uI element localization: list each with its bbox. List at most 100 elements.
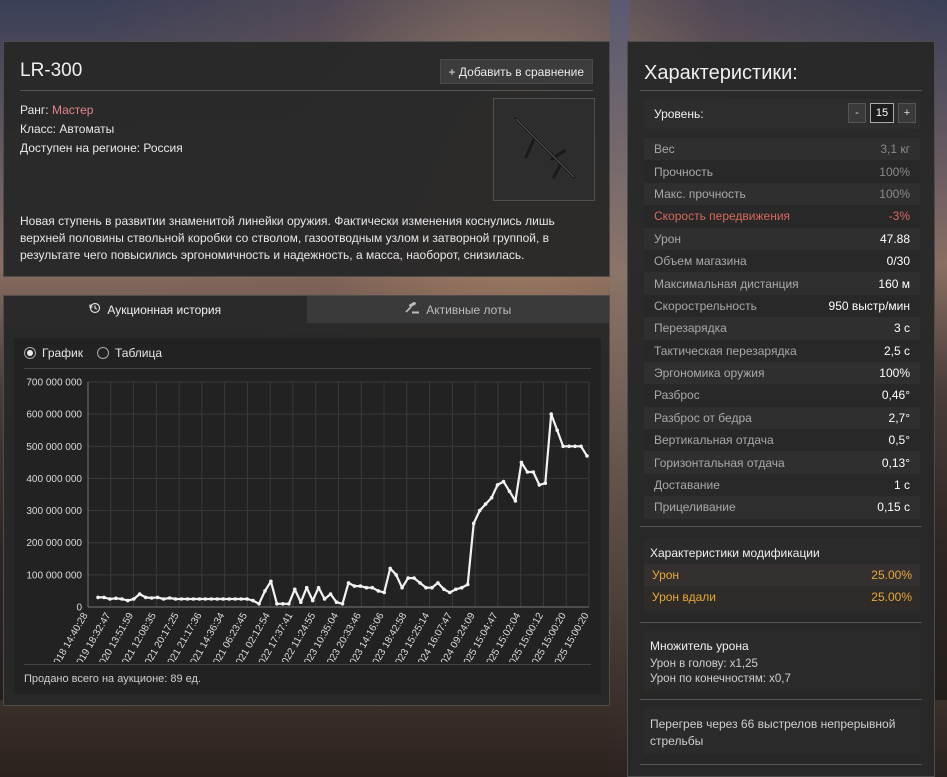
weapon-image: [493, 98, 595, 201]
tab-auction-history[interactable]: Аукционная история: [4, 296, 307, 323]
price-point: [215, 597, 220, 601]
price-point: [394, 573, 399, 577]
stat-row: Разброс от бедра 2,7°: [644, 406, 920, 430]
y-tick-label: 300 000 000: [26, 506, 82, 517]
radio-table[interactable]: Таблица: [97, 346, 162, 360]
price-point: [304, 585, 309, 590]
stat-row: Объем магазина 0/30: [644, 249, 920, 273]
price-point: [161, 597, 166, 601]
price-point: [340, 602, 345, 606]
price-point: [465, 582, 470, 587]
price-point: [334, 600, 339, 604]
stat-value: 47.88: [879, 231, 910, 246]
stat-value: 0,13°: [881, 455, 910, 470]
price-point: [471, 521, 476, 526]
item-title: LR-300: [20, 60, 83, 81]
mod-row-value: 25.00%: [871, 568, 912, 582]
price-point: [245, 597, 249, 601]
stat-label: Эргономика оружия: [654, 366, 765, 381]
mod-row-value: 25.00%: [871, 590, 912, 604]
price-point: [352, 584, 357, 588]
tab-active-lots[interactable]: Активные лоты: [306, 296, 609, 323]
mod-stats-heading: Характеристики модификации: [650, 546, 820, 560]
stat-value: 1 с: [893, 478, 910, 493]
add-to-compare-button[interactable]: + Добавить в сравнение: [439, 59, 593, 84]
level-input[interactable]: [870, 103, 894, 123]
price-point: [251, 598, 255, 603]
divider: [640, 622, 922, 623]
price-point: [96, 595, 100, 600]
price-point: [281, 602, 285, 606]
divider: [640, 764, 922, 765]
y-tick-label: 200 000 000: [26, 538, 82, 549]
limb-damage: Урон по конечностям: x0,7: [650, 673, 791, 685]
price-point: [185, 597, 190, 601]
level-increment-button[interactable]: +: [898, 103, 916, 123]
stat-value: -3%: [888, 209, 910, 224]
y-tick-label: 400 000 000: [26, 474, 82, 485]
divider: [640, 699, 922, 700]
item-description: Новая ступень в развитии знаменитой лине…: [20, 214, 555, 262]
price-point: [102, 595, 106, 600]
price-point: [495, 483, 500, 487]
stat-value: 0,15 с: [877, 500, 910, 515]
stat-value: 100%: [879, 186, 910, 201]
overheat-text: Перегрев через 66 выстрелов непрерывной …: [650, 717, 896, 748]
price-point: [137, 592, 142, 596]
stat-row: Прицеливание 0,15 с: [644, 496, 920, 519]
divider: [640, 526, 922, 527]
rank-line: Ранг: Мастер: [20, 103, 93, 117]
price-point: [531, 470, 536, 474]
price-point: [454, 587, 458, 592]
price-point: [346, 581, 351, 585]
price-point: [179, 597, 184, 601]
price-point: [400, 585, 404, 590]
rank-value: Мастер: [51, 103, 94, 117]
damage-multiplier-heading: Множитель урона: [650, 639, 749, 653]
stat-list: Вес 3,1 кг Прочность 100% Макс. прочность 100…: [644, 138, 920, 519]
price-point: [114, 596, 118, 601]
y-tick-label: 700 000 000: [26, 378, 82, 389]
price-point: [382, 590, 387, 595]
mod-row-damage: Урон 25.00%: [644, 564, 920, 586]
stat-row: Урон 47.88: [644, 227, 920, 250]
stat-label: Максимальная дистанция: [654, 276, 799, 291]
price-point: [579, 444, 583, 449]
item-info-panel: LR-300 + Добавить в сравнение Ранг: Маст…: [3, 41, 610, 277]
gavel-icon: [404, 301, 420, 317]
price-point: [376, 589, 381, 593]
stat-value: 950 выстр/мин: [828, 298, 910, 313]
price-point: [561, 444, 565, 449]
price-point: [173, 597, 178, 601]
stat-value: 0,5°: [888, 433, 910, 448]
stat-label: Объем магазина: [654, 254, 747, 269]
y-tick-label: 100 000 000: [26, 570, 82, 581]
price-history-chart: 0100 000 000200 000 000300 000 000400 00…: [26, 378, 591, 663]
price-point: [489, 495, 494, 500]
price-point: [537, 483, 542, 487]
auction-panel: Аукционная история Активные лоты График …: [3, 295, 610, 706]
price-point: [239, 597, 243, 601]
stat-label: Урон: [654, 231, 682, 246]
stat-label: Перезарядка: [654, 321, 727, 336]
price-point: [555, 428, 559, 432]
mod-row-far-damage: Урон вдали 25.00%: [644, 586, 920, 608]
level-stepper: - +: [848, 103, 916, 123]
stat-label: Вертикальная отдача: [654, 433, 774, 448]
price-point: [143, 595, 148, 600]
level-decrement-button[interactable]: -: [848, 103, 866, 123]
price-point: [149, 596, 154, 600]
stat-value: 0/30: [886, 254, 910, 269]
damage-multiplier-box: Множитель урона Урон в голову: x1,25 Уро…: [644, 631, 920, 691]
stat-label: Вес: [654, 142, 675, 157]
radio-chart[interactable]: График: [24, 346, 83, 360]
price-point: [513, 499, 518, 503]
price-point: [507, 489, 512, 494]
divider: [20, 90, 593, 91]
price-point: [573, 444, 577, 449]
price-point: [322, 597, 327, 601]
level-row: Уровень: - +: [644, 99, 920, 129]
stat-value: 100%: [879, 366, 910, 381]
price-point: [269, 579, 273, 584]
stat-row: Разброс 0,46°: [644, 384, 920, 407]
